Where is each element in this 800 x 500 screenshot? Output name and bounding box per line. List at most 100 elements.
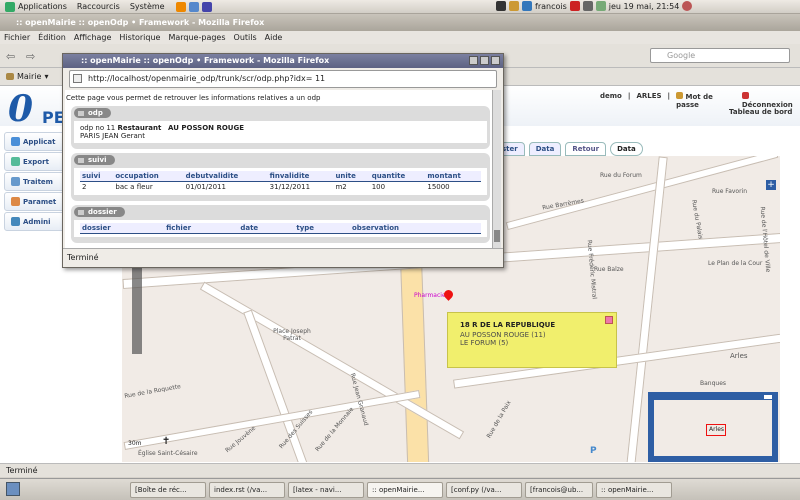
zoom-in-icon[interactable]: +	[766, 180, 776, 190]
logout-link[interactable]: Déconnexion	[741, 92, 800, 109]
user-name[interactable]: francois	[535, 2, 567, 11]
forward-icon[interactable]: ⇨	[26, 50, 35, 63]
popup-scrollbar[interactable]	[492, 90, 501, 248]
street-label: Rue Favorin	[712, 188, 748, 195]
popup-page-body: Cette page vous permet de retrouver les …	[65, 90, 492, 248]
taskbar-item[interactable]: :: openMairie...	[596, 481, 672, 498]
dashboard-link[interactable]: Tableau de bord	[729, 108, 792, 116]
openmairie-logo[interactable]: 0	[8, 88, 33, 130]
scrollbar-thumb[interactable]	[494, 230, 500, 242]
nav-administration[interactable]: Admini	[4, 212, 70, 231]
column-header: debutvalidite	[183, 171, 268, 182]
suivi-table-wrapper: suivi occupation debutvalidite finvalidi…	[74, 168, 487, 195]
taskbar: [Boîte de réc... index.rst (/va... [late…	[0, 478, 800, 500]
export-icon	[11, 157, 20, 166]
show-desktop-icon[interactable]	[6, 482, 20, 496]
current-city: ARLES	[636, 92, 662, 100]
nav-export[interactable]: Export	[4, 152, 70, 171]
menu-edition[interactable]: Édition	[38, 33, 66, 42]
minimize-icon[interactable]	[764, 395, 772, 399]
street-label: Rue du Palais	[690, 199, 704, 240]
popup-line[interactable]: LE FORUM (5)	[460, 339, 604, 347]
minimize-button[interactable]	[469, 56, 478, 65]
menu-outils[interactable]: Outils	[234, 33, 257, 42]
column-header: type	[294, 223, 350, 234]
table-row[interactable]: 2 bac a fleur 01/01/2011 31/12/2011 m2 1…	[80, 182, 481, 193]
odp-type: Restaurant	[117, 124, 162, 132]
power-icon[interactable]	[682, 1, 693, 11]
chevron-down-icon[interactable]: ▾	[44, 72, 48, 81]
tab-data-2[interactable]: Data	[610, 142, 643, 156]
menu-fichier[interactable]: Fichier	[4, 33, 30, 42]
intro-text: Cette page vous permet de retrouver les …	[66, 94, 321, 102]
clock[interactable]: jeu 19 mai, 21:54	[609, 2, 680, 11]
systeme-menu[interactable]: Système	[130, 2, 165, 11]
odp-section-header[interactable]: odp	[74, 108, 111, 118]
volume-icon[interactable]	[582, 1, 593, 11]
menu-historique[interactable]: Historique	[119, 33, 160, 42]
dossier-section-header[interactable]: dossier	[74, 207, 125, 217]
browser-statusbar: Terminé	[0, 463, 800, 477]
suivi-section-header[interactable]: suivi	[74, 155, 115, 165]
mail-icon[interactable]	[188, 1, 199, 12]
taskbar-item[interactable]: [latex - navi...	[288, 481, 364, 498]
back-icon[interactable]: ⇦	[6, 50, 15, 63]
battery-icon[interactable]	[595, 1, 606, 11]
bookmark-mairie[interactable]: Mairie	[17, 72, 41, 81]
street-label: Le Plan de la Cour	[708, 260, 763, 267]
process-icon	[11, 177, 20, 186]
column-header: date	[238, 223, 295, 234]
suivi-table: suivi occupation debutvalidite finvalidi…	[80, 171, 481, 192]
left-navigation: Applicat Export Traitem Paramet Admini	[4, 132, 70, 232]
search-input[interactable]: Google	[650, 48, 790, 63]
tab-data[interactable]: Data	[528, 142, 562, 156]
taskbar-item[interactable]: [conf.py (/va...	[446, 481, 522, 498]
applications-menu[interactable]: Applications	[5, 1, 67, 12]
user-links: demo | ARLES | Mot de passe Déconnexion	[600, 92, 800, 109]
browser-menubar: Fichier Édition Affichage Historique Mar…	[0, 31, 800, 44]
key-icon	[676, 92, 684, 99]
overview-map-view[interactable]: Arles	[654, 400, 772, 456]
column-header: finvalidite	[267, 171, 334, 182]
map-tabs: ster Data Retour Data	[495, 142, 643, 156]
nav-parametrage[interactable]: Paramet	[4, 192, 70, 211]
close-button[interactable]	[491, 56, 500, 65]
menu-aide[interactable]: Aide	[265, 33, 283, 42]
network-icon[interactable]	[522, 1, 532, 11]
password-link[interactable]: Mot de passe	[676, 92, 736, 109]
folder-icon[interactable]	[509, 1, 519, 11]
filezilla-icon[interactable]	[569, 1, 580, 11]
column-header: unite	[333, 171, 370, 182]
popup-line[interactable]: AU POSSON ROUGE (11)	[460, 331, 604, 339]
popup-window: :: openMairie :: openOdp • Framework - M…	[62, 53, 504, 268]
odp-details: odp no 11 Restaurant AU POSSON ROUGE PAR…	[74, 121, 487, 143]
page-icon	[73, 74, 82, 83]
close-icon[interactable]	[605, 316, 613, 324]
tab-retour[interactable]: Retour	[565, 142, 607, 156]
nav-application[interactable]: Applicat	[4, 132, 70, 151]
maximize-button[interactable]	[480, 56, 489, 65]
overview-map[interactable]: Arles	[648, 392, 778, 462]
raccourcis-menu[interactable]: Raccourcis	[77, 2, 120, 11]
browser-titlebar[interactable]: :: openMairie :: openOdp • Framework - M…	[0, 14, 800, 31]
popup-url-field[interactable]: http://localhost/openmairie_odp/trunk/sc…	[69, 70, 497, 88]
popup-address: 18 R DE LA REPUBLIQUE	[460, 321, 556, 329]
zoom-slider[interactable]	[132, 264, 142, 354]
street-label: Rue de la Roquette	[123, 383, 182, 400]
popup-titlebar[interactable]: :: openMairie :: openOdp • Framework - M…	[63, 54, 503, 68]
help-icon[interactable]	[201, 1, 212, 12]
street-label: Rue du Forum	[600, 172, 642, 179]
taskbar-item[interactable]: index.rst (/va...	[209, 481, 285, 498]
taskbar-item[interactable]: :: openMairie...	[367, 481, 443, 498]
taskbar-item[interactable]: [Boîte de réc...	[130, 481, 206, 498]
poi-label: Pharmacie	[414, 292, 446, 299]
taskbar-item[interactable]: [francois@ub...	[525, 481, 593, 498]
menu-affichage[interactable]: Affichage	[74, 33, 112, 42]
column-header: montant	[425, 171, 481, 182]
menu-marque-pages[interactable]: Marque-pages	[168, 33, 225, 42]
terminal-icon[interactable]	[496, 1, 506, 11]
firefox-icon[interactable]	[175, 1, 186, 12]
admin-icon	[11, 217, 20, 226]
nav-traitement[interactable]: Traitem	[4, 172, 70, 191]
popup-statusbar: Terminé	[63, 248, 503, 267]
